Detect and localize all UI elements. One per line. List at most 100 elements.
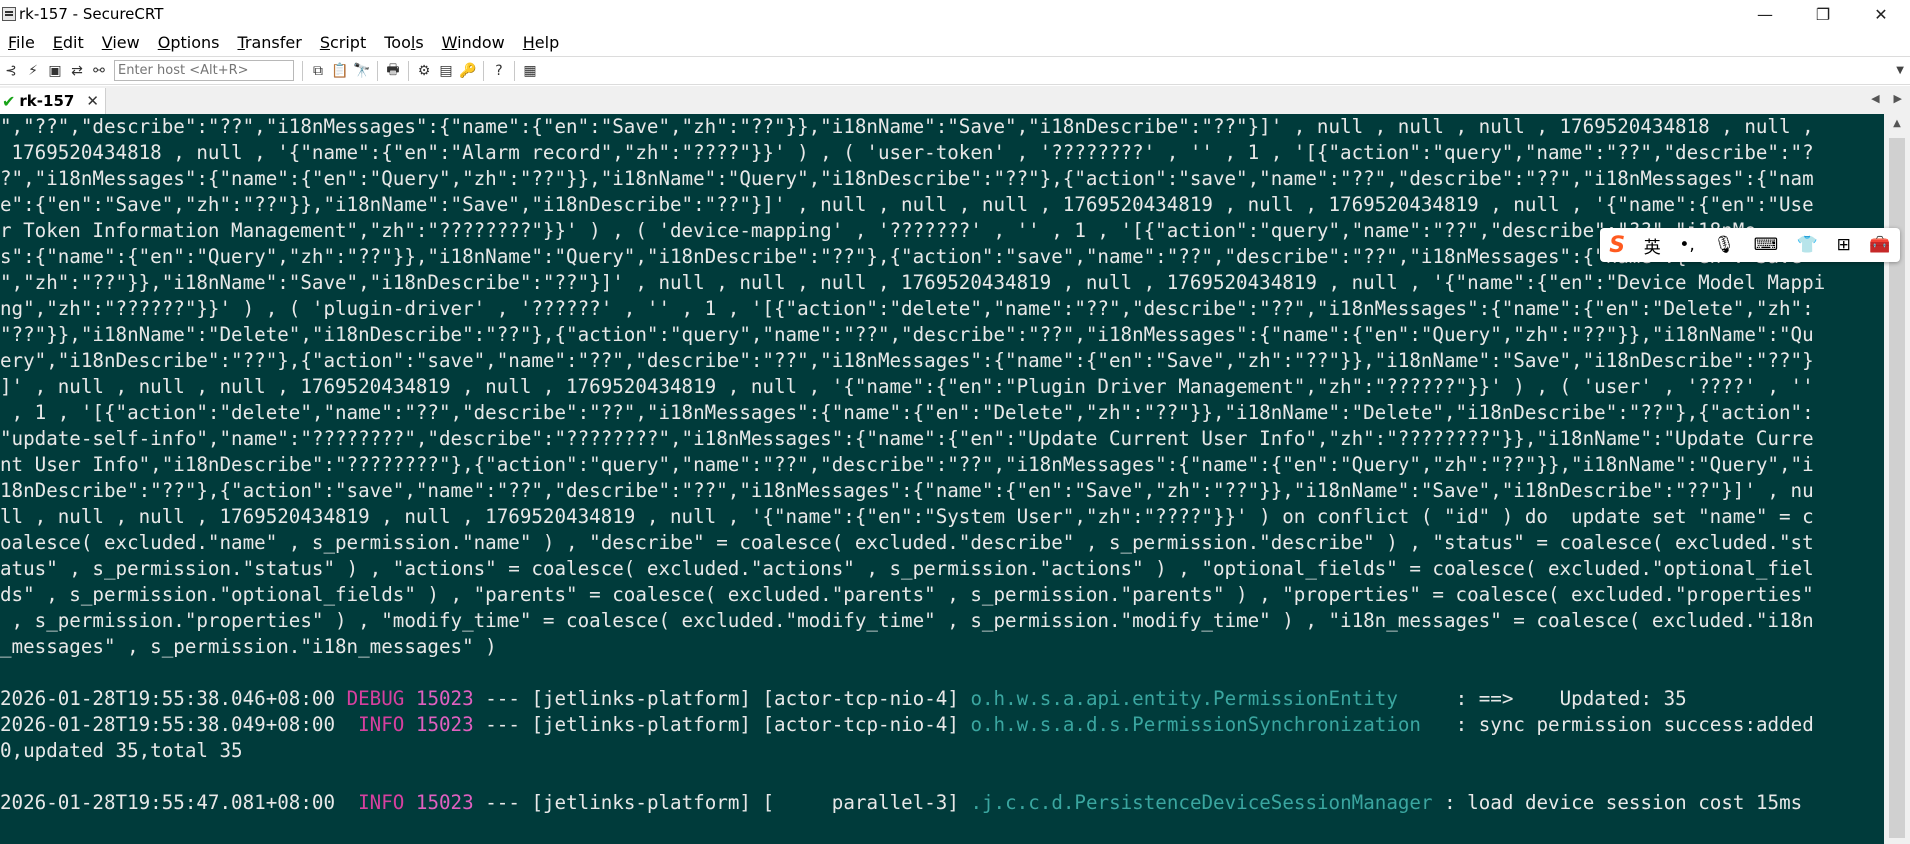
check-icon: ✔ <box>2 91 16 111</box>
log-logger: o.h.w.s.a.d.s.PermissionSynchronization <box>970 713 1445 736</box>
maximize-button[interactable]: ❐ <box>1794 0 1852 28</box>
log-thread: [actor-tcp-nio-4] <box>762 687 959 710</box>
minimize-button[interactable]: — <box>1736 0 1794 28</box>
log-logger: o.h.w.s.a.api.entity.PermissionEntity <box>970 687 1445 710</box>
terminal-line: ll , null , null , 1769520434819 , null … <box>0 505 1814 528</box>
log-pid: 15023 <box>415 713 474 736</box>
session-tab-bar: ✔ rk-157 ✕ ◀ ▶ <box>0 86 1910 114</box>
log-timestamp: 2026-01-28T19:55:38.046+08:00 <box>0 687 336 710</box>
terminal-line: , s_permission."properties" ) , "modify_… <box>0 609 1814 632</box>
securecrt-app-icon[interactable] <box>2 7 16 21</box>
ime-toolbar: S 英 •, 🎙 ⌨ 👕 ⊞ 🧰 <box>1600 228 1900 262</box>
ime-toolbox-icon[interactable]: 🧰 <box>1869 235 1890 255</box>
terminal-line: , 1 , '[{"action":"delete","name":"??","… <box>0 401 1814 424</box>
scroll-up-icon[interactable]: ▲ <box>1884 118 1910 129</box>
log-line: 0,updated 35,total 35 <box>0 739 243 762</box>
menu-help[interactable]: Help <box>514 33 568 52</box>
terminal-line: "??"}},"i18nName":"Delete","i18nDescribe… <box>0 323 1814 346</box>
reconnect-icon[interactable]: ⇄ <box>66 60 88 82</box>
menu-transfer[interactable]: Transfer <box>228 33 310 52</box>
host-input[interactable] <box>114 60 294 81</box>
terminal-line: ","zh":"??"}},"i18nName":"Save","i18nDes… <box>0 271 1826 294</box>
log-app: [jetlinks-platform] <box>531 791 751 814</box>
tab-label: rk-157 <box>19 92 75 110</box>
quick-connect-icon[interactable]: ⚡ <box>22 60 44 82</box>
help-icon[interactable]: ? <box>488 60 510 82</box>
sftp-icon[interactable]: ▤ <box>435 60 457 82</box>
find-icon[interactable]: 🔭 <box>351 60 373 82</box>
ime-keyboard-icon[interactable]: ⌨ <box>1754 235 1779 255</box>
menu-options[interactable]: Options <box>149 33 229 52</box>
terminal-line: "update-self-info","name":"????????","de… <box>0 427 1814 450</box>
tab-close-icon[interactable]: ✕ <box>86 92 99 110</box>
connect-in-tab-icon[interactable]: ▣ <box>44 60 66 82</box>
print-icon[interactable]: 🖶 <box>382 60 404 82</box>
session-tab[interactable]: ✔ rk-157 ✕ <box>0 88 106 114</box>
terminal-line: ?","i18nMessages":{"name":{"en":"Query",… <box>0 167 1814 190</box>
terminal-line: ","??","describe":"??","i18nMessages":{"… <box>0 115 1814 138</box>
tab-nav: ◀ ▶ <box>1871 92 1902 105</box>
log-logger: .j.c.c.d.PersistenceDeviceSessionManager <box>970 791 1433 814</box>
log-level: DEBUG <box>346 687 405 710</box>
tab-scroll-right-icon[interactable]: ▶ <box>1894 92 1902 105</box>
menu-edit[interactable]: Edit <box>44 33 93 52</box>
terminal-line: 1769520434818 , null , '{"name":{"en":"A… <box>0 141 1814 164</box>
log-separator: --- <box>473 713 532 736</box>
log-pid: 15023 <box>415 791 474 814</box>
menu-script[interactable]: Script <box>311 33 375 52</box>
sogou-logo-icon[interactable]: S <box>1609 233 1625 258</box>
menu-tools[interactable]: Tools <box>375 33 432 52</box>
log-message: : sync permission success:added <box>1444 713 1814 736</box>
paste-icon[interactable]: 📋 <box>329 60 351 82</box>
toolbar-separator <box>302 60 303 81</box>
window-controls: — ❐ ✕ <box>1736 0 1910 28</box>
ime-grid-icon[interactable]: ⊞ <box>1837 235 1851 255</box>
log-app: [jetlinks-platform] <box>531 713 751 736</box>
toolbar-separator <box>408 60 409 81</box>
session-options-icon[interactable]: ⚙ <box>413 60 435 82</box>
terminal-line: e":{"en":"Save","zh":"??"}},"i18nName":"… <box>0 193 1814 216</box>
log-thread: [ parallel-3] <box>762 791 959 814</box>
log-line: 2026-01-28T19:55:38.049+08:00 INFO 15023… <box>0 712 1884 738</box>
log-separator: --- <box>473 687 532 710</box>
connect-icon[interactable]: ⊰ <box>0 60 22 82</box>
log-level: INFO <box>346 713 405 736</box>
vertical-scrollbar[interactable]: ▲ <box>1884 114 1910 844</box>
log-timestamp: 2026-01-28T19:55:47.081+08:00 <box>0 791 336 814</box>
ime-language-toggle[interactable]: 英 <box>1644 233 1661 258</box>
toolbar: ⊰ ⚡ ▣ ⇄ ⚯ ⧉ 📋 🔭 🖶 ⚙ ▤ 🔑 ? ▦ ▼ <box>0 56 1910 85</box>
log-app: [jetlinks-platform] <box>531 687 751 710</box>
menu-bar: File Edit View Options Transfer Script T… <box>0 28 1910 56</box>
menu-file[interactable]: File <box>0 33 44 52</box>
terminal-line: ]' , null , null , null , 1769520434819 … <box>0 375 1814 398</box>
menu-view[interactable]: View <box>93 33 149 52</box>
disconnect-icon[interactable]: ⚯ <box>88 60 110 82</box>
terminal-line: ds" , s_permission."optional_fields" ) ,… <box>0 583 1814 606</box>
ime-skin-icon[interactable]: 👕 <box>1797 235 1818 255</box>
ime-microphone-icon[interactable]: 🎙 <box>1713 235 1735 255</box>
ime-punctuation-icon[interactable]: •, <box>1679 235 1694 255</box>
log-level: INFO <box>346 791 405 814</box>
log-separator: --- <box>473 791 532 814</box>
log-message: : load device session cost 15ms <box>1432 791 1803 814</box>
log-timestamp: 2026-01-28T19:55:38.049+08:00 <box>0 713 336 736</box>
toolbar-separator <box>514 60 515 81</box>
log-line: 2026-01-28T19:55:38.046+08:00 DEBUG 1502… <box>0 686 1884 712</box>
terminal-line: oalesce( excluded."name" , s_permission.… <box>0 531 1814 554</box>
copy-icon[interactable]: ⧉ <box>307 60 329 82</box>
log-message: : ==> Updated: 35 <box>1444 687 1687 710</box>
button-bar-icon[interactable]: ▦ <box>519 60 541 82</box>
close-window-button[interactable]: ✕ <box>1852 0 1910 28</box>
terminal-output[interactable]: ","??","describe":"??","i18nMessages":{"… <box>0 114 1884 844</box>
tab-scroll-left-icon[interactable]: ◀ <box>1871 92 1879 105</box>
menu-window[interactable]: Window <box>433 33 514 52</box>
terminal-line: nt User Info","i18nDescribe":"????????"}… <box>0 453 1814 476</box>
toolbar-overflow-icon[interactable]: ▼ <box>1896 65 1904 76</box>
keymap-icon[interactable]: 🔑 <box>457 60 479 82</box>
terminal-line: _messages" , s_permission."i18n_messages… <box>0 635 497 658</box>
terminal-line: ery","i18nDescribe":"??"},{"action":"sav… <box>0 349 1814 372</box>
terminal-line: ng","zh":"??????"}}' ) , ( 'plugin-drive… <box>0 297 1814 320</box>
toolbar-separator <box>377 60 378 81</box>
